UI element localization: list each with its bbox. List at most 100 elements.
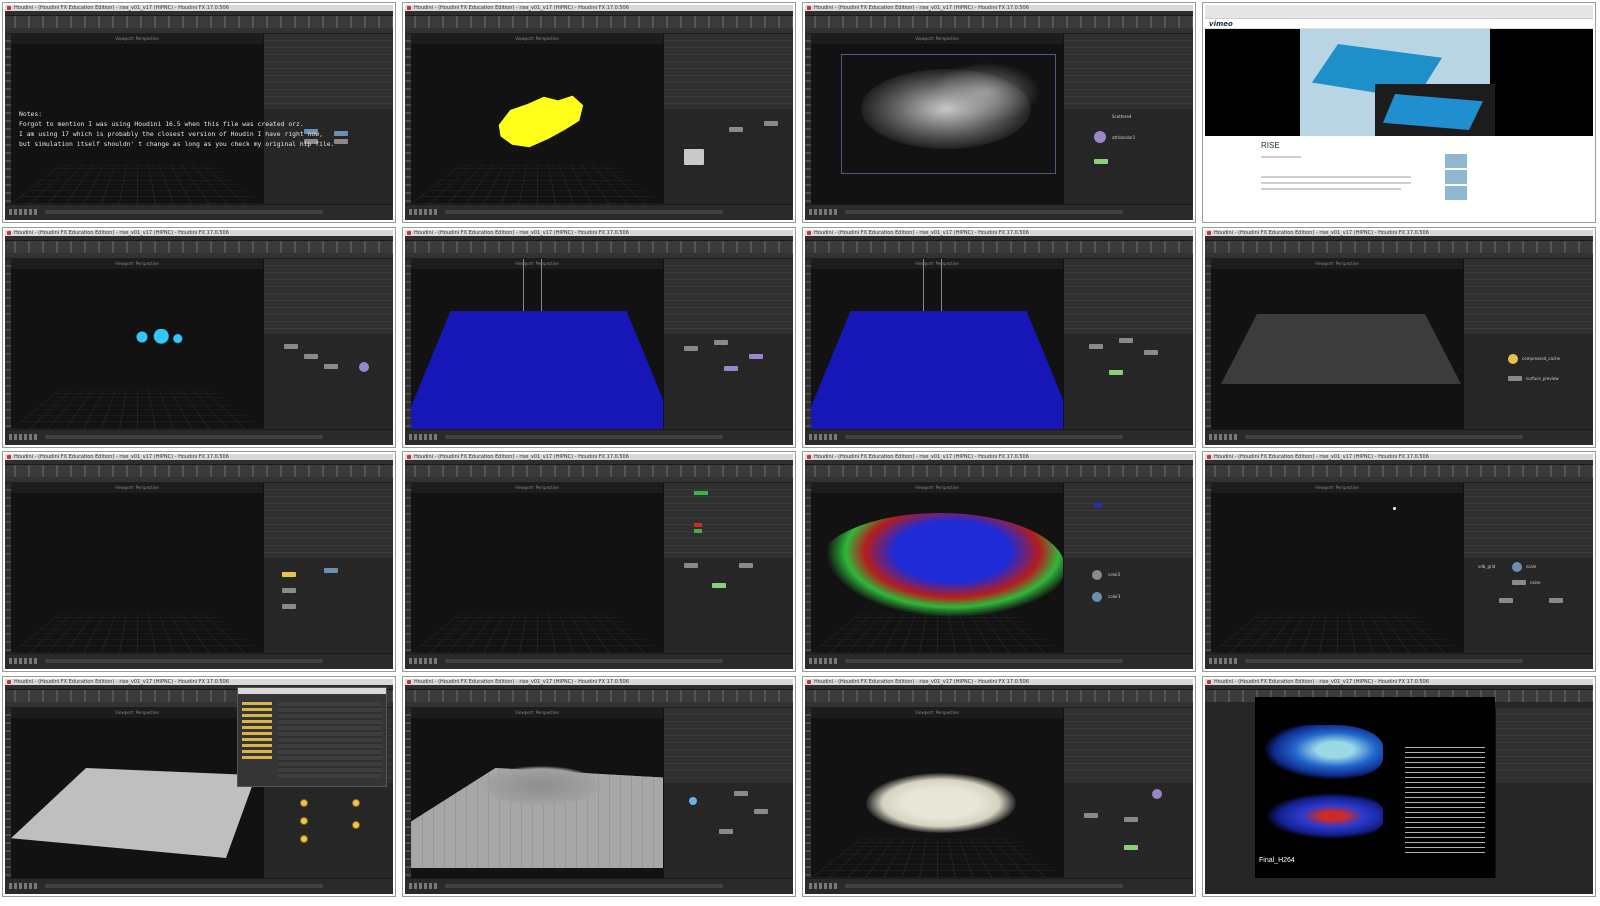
scene-viewport[interactable]: Viewport: Perspective xyxy=(411,708,663,878)
thumb-8-grey-plane[interactable]: Houdini - (Houdini FX Education Edition)… xyxy=(1202,227,1596,448)
shelf-toolbar[interactable] xyxy=(405,690,793,702)
parameter-pane[interactable] xyxy=(664,708,793,783)
playback-controls[interactable] xyxy=(409,658,439,664)
network-node[interactable] xyxy=(764,120,778,126)
right-panes[interactable] xyxy=(1495,708,1593,878)
network-node[interactable] xyxy=(1089,343,1103,349)
network-view[interactable]: color2 color3 xyxy=(1064,557,1193,653)
playback-controls[interactable] xyxy=(409,209,439,215)
timeline-slider[interactable] xyxy=(445,210,723,214)
vimeo-logo[interactable]: vimeo xyxy=(1209,20,1233,28)
shelf-toolbar[interactable] xyxy=(405,465,793,477)
network-node[interactable] xyxy=(324,363,338,369)
file-node-icon[interactable] xyxy=(352,798,360,807)
parameter-pane[interactable] xyxy=(1496,708,1593,783)
scene-viewport[interactable]: Viewport: Perspective xyxy=(11,708,263,878)
timeline-slider[interactable] xyxy=(45,435,323,439)
thumb-14-terrain-mound[interactable]: Houdini - (Houdini FX Education Edition)… xyxy=(402,676,796,897)
network-node[interactable] xyxy=(734,790,748,796)
timeline-slider[interactable] xyxy=(1245,435,1523,439)
shelf-toolbar[interactable] xyxy=(5,16,393,28)
network-node[interactable] xyxy=(724,365,738,371)
shelf-toolbar[interactable] xyxy=(405,241,793,253)
parameter-pane[interactable] xyxy=(664,34,793,109)
file-node-icon[interactable] xyxy=(300,798,308,807)
timeline-slider[interactable] xyxy=(845,659,1123,663)
right-panes[interactable] xyxy=(1063,708,1193,878)
scene-viewport[interactable]: Viewport: Perspective xyxy=(11,483,263,653)
dialog-titlebar[interactable] xyxy=(238,688,386,694)
scene-viewport[interactable]: Viewport: Perspective xyxy=(1211,483,1463,653)
network-view[interactable]: compressed_cache surface_preview xyxy=(1464,333,1593,429)
playback-controls[interactable] xyxy=(9,658,39,664)
network-node[interactable] xyxy=(1094,158,1108,164)
playbar[interactable] xyxy=(5,429,393,445)
parameter-pane[interactable] xyxy=(1064,34,1193,109)
related-video[interactable] xyxy=(1445,154,1467,168)
thumb-9-empty-viewport[interactable]: Houdini - (Houdini FX Education Edition)… xyxy=(2,451,396,672)
right-panes[interactable] xyxy=(663,34,793,204)
browser-tabs[interactable] xyxy=(1205,5,1593,19)
playback-controls[interactable] xyxy=(409,434,439,440)
file-list[interactable] xyxy=(278,702,382,778)
network-node[interactable] xyxy=(684,345,698,351)
playback-controls[interactable] xyxy=(809,434,839,440)
network-node[interactable] xyxy=(689,796,697,805)
network-node[interactable] xyxy=(1152,788,1162,799)
related-video[interactable] xyxy=(1445,186,1467,200)
shelf-toolbar[interactable] xyxy=(805,465,1193,477)
network-node[interactable] xyxy=(1109,369,1123,375)
network-node[interactable] xyxy=(1512,561,1522,572)
shelf-toolbar[interactable] xyxy=(805,16,1193,28)
timeline-slider[interactable] xyxy=(845,884,1123,888)
scene-viewport[interactable]: Viewport: Perspective xyxy=(1211,259,1463,429)
timeline-slider[interactable] xyxy=(845,210,1123,214)
thumb-5-cyan-fragments[interactable]: Houdini - (Houdini FX Education Edition)… xyxy=(2,227,396,448)
network-view[interactable] xyxy=(1064,782,1193,878)
playbar[interactable] xyxy=(405,653,793,669)
right-panes[interactable] xyxy=(663,708,793,878)
playback-controls[interactable] xyxy=(809,209,839,215)
scene-viewport[interactable]: Viewport: Perspective xyxy=(811,259,1063,429)
playbar[interactable] xyxy=(1205,653,1593,669)
playback-controls[interactable] xyxy=(409,883,439,889)
related-video[interactable] xyxy=(1445,170,1467,184)
network-view[interactable] xyxy=(664,333,793,429)
network-node[interactable] xyxy=(1092,591,1102,602)
playback-controls[interactable] xyxy=(809,883,839,889)
playback-controls[interactable] xyxy=(9,434,39,440)
parameter-pane[interactable] xyxy=(1464,259,1593,334)
right-panes[interactable] xyxy=(663,483,793,653)
network-node[interactable] xyxy=(1124,844,1138,850)
thumb-1-notes[interactable]: Houdini - (Houdini FX Education Edition)… xyxy=(2,2,396,223)
timeline-slider[interactable] xyxy=(45,659,323,663)
right-panes[interactable]: Scattered attribcolor1 xyxy=(1063,34,1193,204)
file-node-icon[interactable] xyxy=(300,816,308,825)
network-node[interactable] xyxy=(754,808,768,814)
playbar[interactable] xyxy=(805,653,1193,669)
playbar[interactable] xyxy=(805,878,1193,894)
thumb-15-white-pile[interactable]: Houdini - (Houdini FX Education Edition)… xyxy=(802,676,1196,897)
network-view[interactable] xyxy=(1496,782,1593,878)
parameter-pane[interactable] xyxy=(1464,483,1593,558)
timeline-slider[interactable] xyxy=(45,210,323,214)
shelf-toolbar[interactable] xyxy=(805,241,1193,253)
parameter-pane[interactable] xyxy=(1064,483,1193,558)
timeline-slider[interactable] xyxy=(845,435,1123,439)
thumb-16-final-video[interactable]: Houdini - (Houdini FX Education Edition)… xyxy=(1202,676,1596,897)
network-node[interactable] xyxy=(1508,353,1518,364)
playbar[interactable] xyxy=(5,878,393,894)
network-node[interactable] xyxy=(1124,816,1138,822)
playbar[interactable] xyxy=(405,204,793,220)
network-node[interactable] xyxy=(739,562,753,568)
network-node[interactable] xyxy=(684,148,704,165)
parameter-pane[interactable] xyxy=(264,34,393,109)
network-view[interactable] xyxy=(264,557,393,653)
shelf-toolbar[interactable] xyxy=(1205,241,1593,253)
shelf-toolbar[interactable] xyxy=(805,690,1193,702)
network-node[interactable] xyxy=(359,361,369,372)
timeline-slider[interactable] xyxy=(1245,659,1523,663)
file-node-icon[interactable] xyxy=(300,834,308,843)
thumb-3-smoke-volume[interactable]: Houdini - (Houdini FX Education Edition)… xyxy=(802,2,1196,223)
thumb-7-blue-plane[interactable]: Houdini - (Houdini FX Education Edition)… xyxy=(802,227,1196,448)
